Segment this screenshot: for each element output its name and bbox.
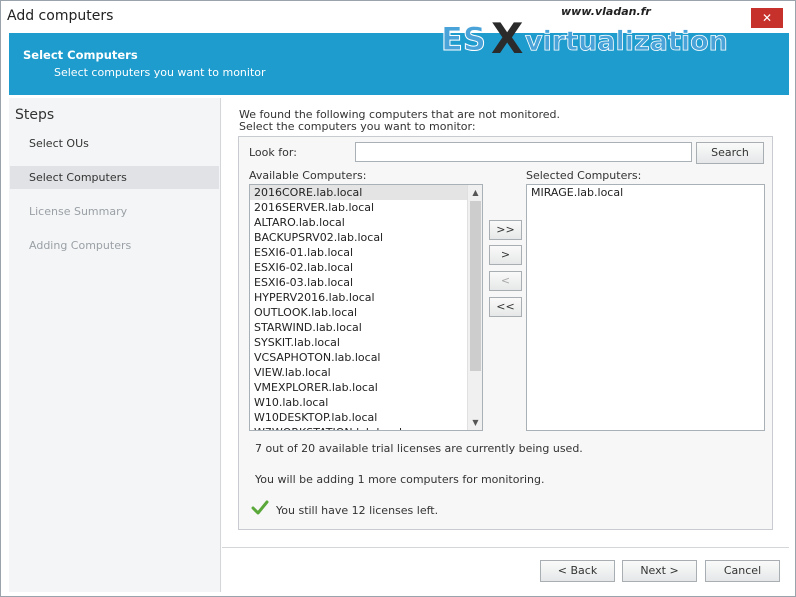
computer-selection-group: Look for: Search Available Computers: Se… — [238, 136, 773, 530]
available-list-scrollbar[interactable]: ▲ ▼ — [467, 185, 482, 430]
list-item[interactable]: OUTLOOK.lab.local — [250, 305, 468, 320]
step-adding-computers: Adding Computers — [29, 239, 132, 252]
add-computers-window: Add computers ✕ www.vladan.fr ES X virtu… — [0, 0, 796, 597]
logo-x: X — [491, 17, 523, 61]
list-item[interactable]: ESXI6-02.lab.local — [250, 260, 468, 275]
list-item[interactable]: W10.lab.local — [250, 395, 468, 410]
search-button[interactable]: Search — [696, 142, 764, 164]
list-item[interactable]: VIEW.lab.local — [250, 365, 468, 380]
next-button[interactable]: Next > — [622, 560, 697, 582]
list-item[interactable]: BACKUPSRV02.lab.local — [250, 230, 468, 245]
logo-virtualization: virtualization — [525, 26, 728, 57]
list-item[interactable]: 2016CORE.lab.local — [250, 185, 468, 200]
scroll-down-icon[interactable]: ▼ — [468, 415, 482, 430]
list-item[interactable]: VMEXPLORER.lab.local — [250, 380, 468, 395]
logo-es: ES — [441, 20, 486, 58]
check-icon — [251, 500, 269, 515]
list-item[interactable]: MIRAGE.lab.local — [527, 185, 745, 200]
list-item[interactable]: W10DESKTOP.lab.local — [250, 410, 468, 425]
list-item[interactable]: ESXI6-01.lab.local — [250, 245, 468, 260]
steps-title: Steps — [15, 107, 55, 123]
list-item[interactable]: ESXI6-03.lab.local — [250, 275, 468, 290]
remove-all-button[interactable]: << — [489, 297, 522, 317]
selected-computers-list[interactable]: MIRAGE.lab.local — [526, 184, 765, 431]
list-item[interactable]: VCSAPHOTON.lab.local — [250, 350, 468, 365]
scroll-up-icon[interactable]: ▲ — [468, 185, 482, 200]
licenses-left-text: You still have 12 licenses left. — [276, 504, 439, 517]
list-item[interactable]: W7WORKSTATION.lab.local — [250, 425, 468, 430]
list-item[interactable]: STARWIND.lab.local — [250, 320, 468, 335]
header-subtitle: Select computers you want to monitor — [54, 66, 266, 79]
step-license-summary: License Summary — [29, 205, 128, 218]
add-all-button[interactable]: >> — [489, 220, 522, 240]
remove-button[interactable]: < — [489, 271, 522, 291]
search-input[interactable] — [355, 142, 692, 162]
back-button[interactable]: < Back — [540, 560, 615, 582]
esx-virtualization-logo: ES X virtualization — [441, 17, 729, 61]
list-item[interactable]: SYSKIT.lab.local — [250, 335, 468, 350]
step-select-computers[interactable]: Select Computers — [10, 166, 219, 189]
scrollbar-thumb[interactable] — [470, 201, 481, 371]
available-computers-label: Available Computers: — [249, 169, 367, 182]
adding-info-text: You will be adding 1 more computers for … — [255, 473, 545, 486]
steps-sidebar: Steps Select OUs Select Computers Licens… — [9, 98, 221, 592]
cancel-button[interactable]: Cancel — [705, 560, 780, 582]
footer-divider — [222, 547, 789, 548]
add-button[interactable]: > — [489, 245, 522, 265]
esx-virtualization-watermark: www.vladan.fr ES X virtualization — [439, 3, 785, 63]
list-item[interactable]: ALTARO.lab.local — [250, 215, 468, 230]
selected-items: MIRAGE.lab.local — [527, 185, 745, 200]
intro-line-2: Select the computers you want to monitor… — [239, 120, 476, 133]
header-title: Select Computers — [23, 48, 138, 62]
license-usage-text: 7 out of 20 available trial licenses are… — [255, 442, 583, 455]
list-item[interactable]: HYPERV2016.lab.local — [250, 290, 468, 305]
look-for-label: Look for: — [249, 146, 297, 159]
window-title: Add computers — [7, 8, 114, 24]
main-panel: We found the following computers that ar… — [222, 98, 789, 592]
list-item[interactable]: 2016SERVER.lab.local — [250, 200, 468, 215]
step-select-ous[interactable]: Select OUs — [10, 132, 219, 155]
selected-computers-label: Selected Computers: — [526, 169, 642, 182]
available-computers-list[interactable]: 2016CORE.lab.local 2016SERVER.lab.local AL… — [249, 184, 483, 431]
available-items: 2016CORE.lab.local 2016SERVER.lab.local AL… — [250, 185, 468, 430]
